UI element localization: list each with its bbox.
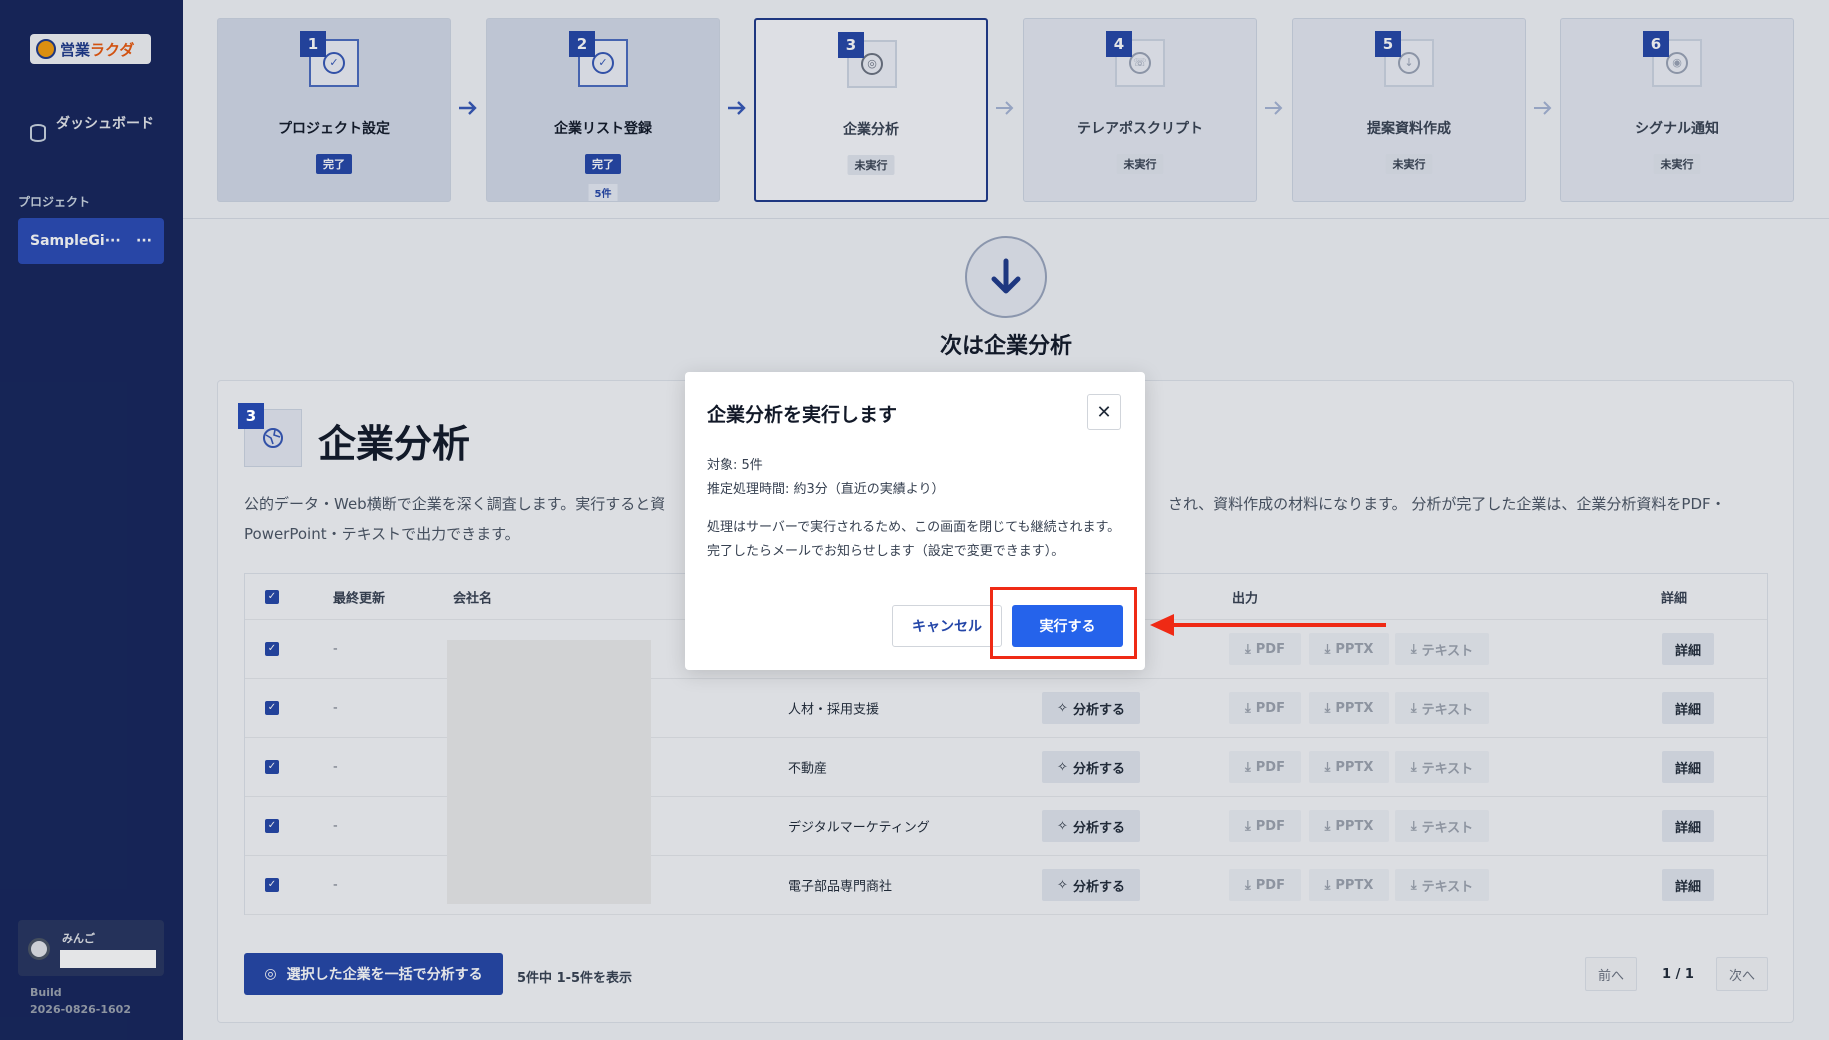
annotation-highlight-box: [990, 587, 1137, 659]
annotation-arrow: [1148, 612, 1388, 638]
section-number: 3: [238, 403, 264, 429]
dialog-estimate: 推定処理時間: 約3分（直近の実績より）: [707, 482, 945, 497]
dialog-note: 処理はサーバーで実行されるため、この画面を閉じても継続されます。完了したらメール…: [707, 520, 1121, 559]
dialog-target: 対象: 5件: [707, 458, 763, 473]
cancel-button[interactable]: キャンセル: [892, 605, 1002, 647]
dialog-title: 企業分析を実行します: [707, 404, 898, 426]
close-icon[interactable]: ✕: [1087, 394, 1121, 430]
